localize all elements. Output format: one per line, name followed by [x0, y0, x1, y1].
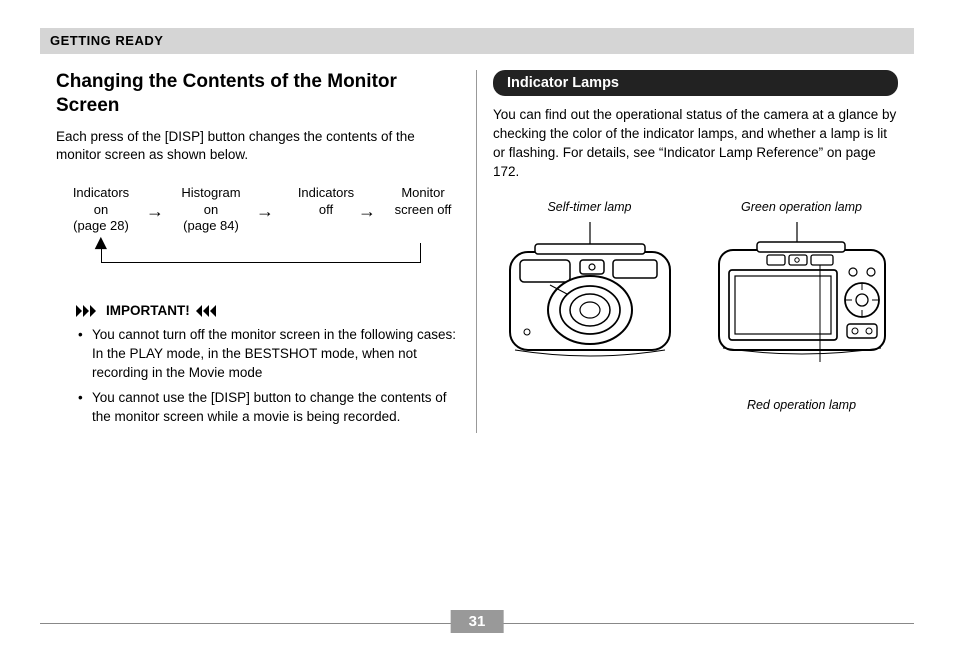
- camera-back-diagram: Green operation lamp: [707, 200, 897, 412]
- arrow-right-icon: →: [358, 201, 376, 222]
- camera-front-icon: [495, 222, 685, 362]
- red-op-caption: Red operation lamp: [747, 398, 856, 412]
- flow-item-1: Indicators on (page 28): [56, 185, 146, 234]
- arrow-up-icon: ▶: [90, 237, 110, 249]
- camera-front-diagram: Self-timer lamp: [495, 200, 685, 412]
- indicator-lamps-heading: Indicator Lamps: [493, 70, 898, 96]
- left-title: Changing the Contents of the Monitor Scr…: [56, 70, 460, 118]
- important-heading: IMPORTANT!: [76, 303, 460, 318]
- flow-item-2: Histogram on (page 84): [166, 185, 256, 234]
- section-header-text: GETTING READY: [50, 33, 163, 48]
- footer-rule: 31: [40, 623, 914, 624]
- important-marker-right-icon: [196, 305, 220, 317]
- important-marker-left-icon: [76, 305, 100, 317]
- green-op-caption: Green operation lamp: [741, 200, 862, 214]
- section-header-bar: GETTING READY: [40, 28, 914, 54]
- arrow-right-icon: →: [146, 201, 164, 222]
- left-intro: Each press of the [DISP] button changes …: [56, 128, 460, 166]
- page-number: 31: [451, 610, 504, 633]
- list-item: You cannot turn off the monitor screen i…: [92, 326, 460, 383]
- important-label: IMPORTANT!: [106, 303, 190, 318]
- important-bullet-list: You cannot turn off the monitor screen i…: [56, 326, 460, 426]
- right-intro: You can find out the operational status …: [493, 106, 898, 182]
- arrow-right-icon: →: [256, 201, 274, 222]
- left-column: Changing the Contents of the Monitor Scr…: [40, 70, 477, 433]
- two-column-layout: Changing the Contents of the Monitor Scr…: [40, 70, 914, 433]
- flow-item-4: Monitor screen off: [378, 185, 468, 218]
- camera-diagrams-row: Self-timer lamp: [493, 200, 898, 412]
- right-column: Indicator Lamps You can find out the ope…: [477, 70, 914, 433]
- self-timer-caption: Self-timer lamp: [547, 200, 631, 214]
- camera-back-icon: [707, 222, 897, 362]
- loop-back-line: [101, 243, 421, 263]
- disp-flow-diagram: Indicators on (page 28) → Histogram on (…: [56, 185, 460, 275]
- page-footer: 31: [40, 623, 914, 624]
- list-item: You cannot use the [DISP] button to chan…: [92, 389, 460, 427]
